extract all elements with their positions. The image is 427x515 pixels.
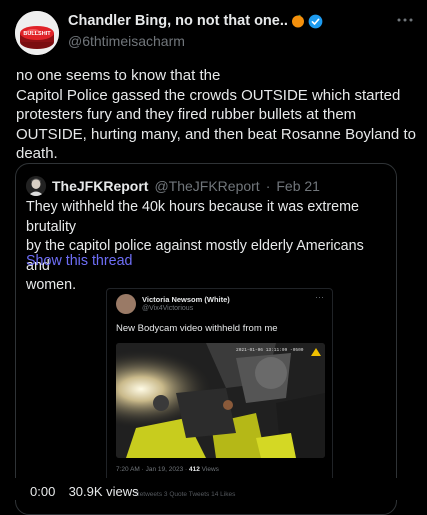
quote-handle[interactable]: @TheJFKReport	[154, 178, 259, 194]
quote-separator: ·	[265, 178, 271, 194]
display-name[interactable]: Chandler Bing, no not that one..	[68, 13, 323, 29]
avatar-label: BULLSHIT	[23, 31, 51, 37]
video-views: 30.9K views	[68, 484, 139, 499]
bodycam-video[interactable]: 2021-01-06 13:11:09 -0500	[116, 343, 325, 458]
bodycam-frame-image: 2021-01-06 13:11:09 -0500	[116, 343, 325, 458]
embedded-avatar	[116, 294, 136, 314]
quote-header: TheJFKReport @TheJFKReport · Feb 21	[26, 176, 320, 196]
orange-emoji-icon	[291, 14, 304, 28]
embedded-tweet-screenshot[interactable]: Victoria Newsom (White) @Vix4Victorious …	[106, 288, 333, 490]
embedded-stats: 7:20 AM · Jan 19, 2023 · 412 Views	[116, 466, 219, 473]
video-time[interactable]: 0:00	[30, 484, 55, 499]
tweet-text-line: death.	[16, 145, 58, 162]
bullshit-button-icon: BULLSHIT	[15, 11, 59, 55]
quote-text: They withheld the 40k hours because it w…	[26, 198, 388, 296]
tweet-text-line: Capitol Police gassed the crowds OUTSIDE…	[16, 86, 401, 104]
embedded-name: Victoria Newsom (White)	[142, 295, 230, 304]
avatar[interactable]: BULLSHIT	[15, 11, 59, 55]
tweet-text-line: OUTSIDE, hurting many, and then beat Ros…	[16, 125, 416, 143]
tweet-text-line: protesters fury and they fired rubber bu…	[16, 106, 357, 123]
quote-name[interactable]: TheJFKReport	[52, 178, 148, 194]
quote-tweet[interactable]: TheJFKReport @TheJFKReport · Feb 21 They…	[15, 163, 397, 515]
display-name-text: Chandler Bing, no not that one..	[68, 13, 288, 29]
more-options-icon[interactable]	[397, 10, 413, 28]
jfk-portrait-icon	[26, 176, 46, 196]
embedded-views-count: 412	[189, 466, 200, 473]
show-thread-link[interactable]: Show this thread	[26, 253, 133, 269]
embedded-text: New Bodycam video withheld from me	[116, 323, 278, 334]
tweet-text-line: no one seems to know that the	[16, 67, 221, 84]
verified-badge-icon	[308, 14, 323, 28]
embedded-more-icon: ···	[315, 292, 324, 302]
video-timestamp-overlay: 2021-01-06 13:11:09 -0500	[236, 347, 304, 353]
tweet-text: no one seems to know that the Capitol Po…	[16, 66, 416, 164]
embedded-handle: @Vix4Victorious	[142, 305, 194, 312]
embedded-time: 7:20 AM · Jan 19, 2023 ·	[116, 466, 189, 473]
quote-text-line: They withheld the 40k hours because it w…	[26, 199, 359, 235]
video-overlay-stats: 0:00 30.9K views	[30, 484, 139, 499]
quote-date[interactable]: Feb 21	[276, 178, 320, 194]
tweet: BULLSHIT Chandler Bing, no not that one.…	[0, 0, 427, 515]
engagement-stats-faded: Retweets 3 Quote Tweets 14 Likes	[135, 491, 236, 498]
quote-avatar	[26, 176, 46, 196]
handle[interactable]: @6thtimeisacharm	[68, 33, 185, 49]
embedded-views-label: Views	[199, 466, 219, 473]
